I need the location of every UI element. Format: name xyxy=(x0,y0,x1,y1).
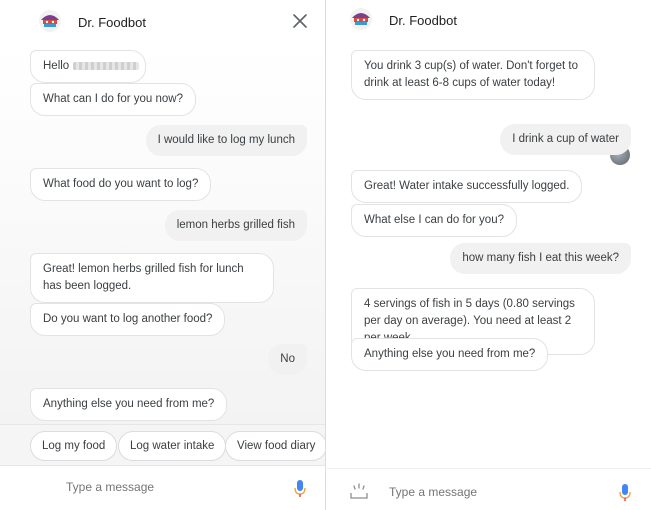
bot-message: What food do you want to log? xyxy=(30,168,212,201)
chat-panel-right: Dr. Foodbot You drink 3 cup(s) of water.… xyxy=(327,0,651,510)
bot-logo-icon xyxy=(39,10,61,32)
bot-message: What else I can do for you? xyxy=(351,204,517,237)
chat-title: Dr. Foodbot xyxy=(78,15,146,30)
chip-log-water-intake[interactable]: Log water intake xyxy=(118,431,227,461)
chip-view-food-diary[interactable]: View food diary xyxy=(225,431,325,461)
chip-log-my-food[interactable]: Log my food xyxy=(30,431,118,461)
message-input[interactable] xyxy=(66,480,266,494)
message-input-bar xyxy=(0,466,325,510)
close-icon[interactable] xyxy=(289,10,311,32)
message-text: Hello xyxy=(43,60,70,72)
redacted-username xyxy=(73,61,140,70)
bot-message: What can I do for you now? xyxy=(30,83,196,116)
bot-logo-icon xyxy=(350,8,372,30)
chat-panel-left: Dr. Foodbot Hello What can I do for you … xyxy=(0,0,326,510)
bot-message: Great! Water intake successfully logged. xyxy=(351,170,583,203)
message-list[interactable]: Hello What can I do for you now? I would… xyxy=(0,44,325,424)
bot-message: Hello xyxy=(30,50,146,83)
bot-message: Anything else you need from me? xyxy=(30,388,228,421)
message-list[interactable]: You drink 3 cup(s) of water. Don't forge… xyxy=(327,44,651,469)
chat-header: Dr. Foodbot xyxy=(327,0,651,44)
user-message: how many fish I eat this week? xyxy=(450,243,631,274)
message-input-bar xyxy=(327,468,651,510)
user-message: No xyxy=(268,344,307,375)
suggestion-chips: Log my food Log water intake View food d… xyxy=(0,424,325,466)
user-message: I drink a cup of water xyxy=(500,124,631,155)
user-message: I would like to log my lunch xyxy=(145,125,307,156)
microphone-icon[interactable] xyxy=(619,484,631,502)
keyboard-icon[interactable] xyxy=(349,483,369,499)
chat-title: Dr. Foodbot xyxy=(389,13,457,28)
message-input[interactable] xyxy=(389,485,589,499)
microphone-icon[interactable] xyxy=(294,480,306,498)
bot-message: Great! lemon herbs grilled fish for lunc… xyxy=(30,253,274,303)
chat-header: Dr. Foodbot xyxy=(0,0,325,44)
bot-message: Do you want to log another food? xyxy=(30,303,226,336)
user-message: lemon herbs grilled fish xyxy=(164,210,307,241)
bot-message: You drink 3 cup(s) of water. Don't forge… xyxy=(351,50,595,100)
bot-message: Anything else you need from me? xyxy=(351,338,549,371)
